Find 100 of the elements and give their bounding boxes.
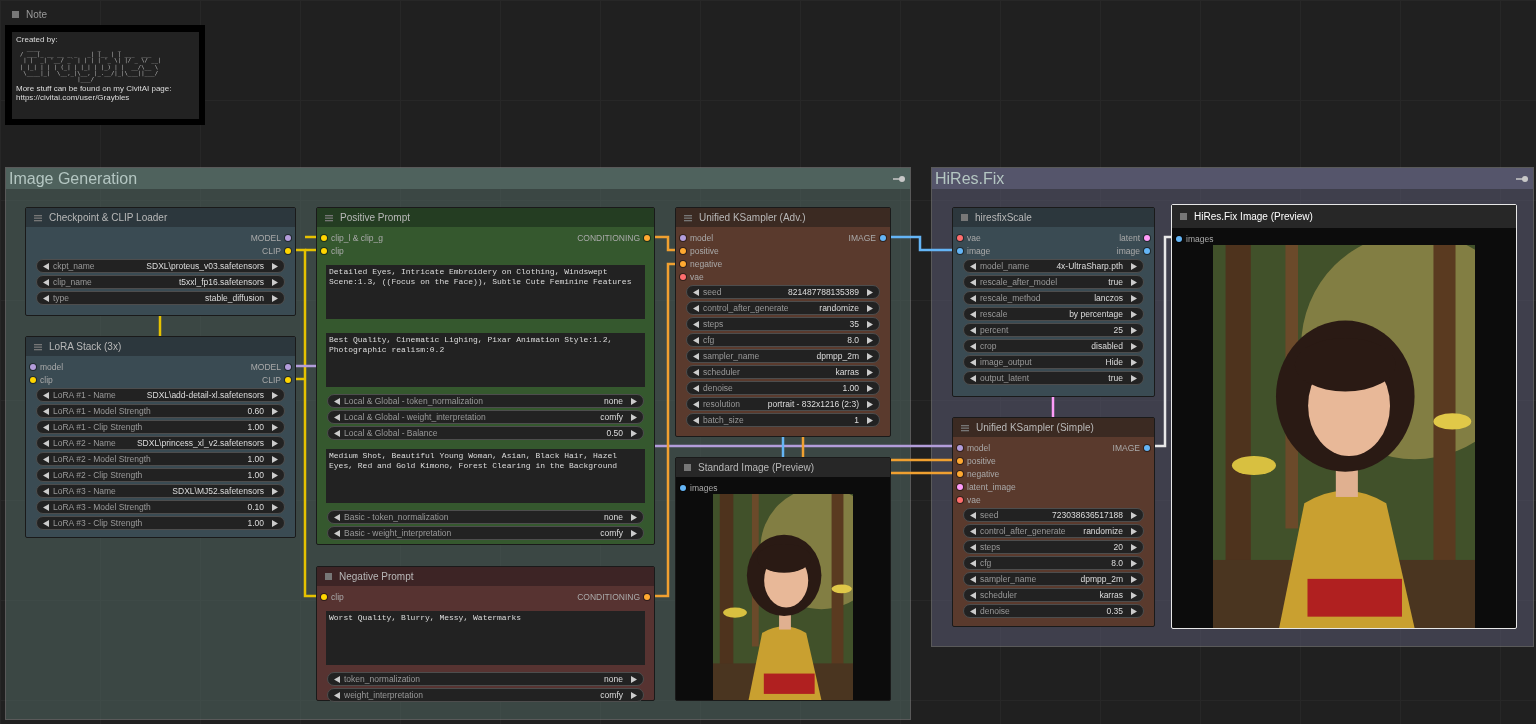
- group-header[interactable]: HiRes.Fix: [932, 168, 1533, 189]
- value-widget[interactable]: control_after_generate randomize: [686, 301, 880, 315]
- value-widget[interactable]: LoRA #3 - Name SDXL\MJ52.safetensors: [36, 484, 285, 498]
- output-port-dot[interactable]: [285, 376, 291, 383]
- grip-icon[interactable]: [34, 213, 42, 222]
- value-widget[interactable]: batch_size 1: [686, 413, 880, 427]
- value-widget[interactable]: steps 35: [686, 317, 880, 331]
- value-widget[interactable]: cfg 8.0: [963, 556, 1144, 570]
- output-port-dot[interactable]: [1144, 234, 1150, 241]
- note-text-area[interactable]: [12, 32, 199, 119]
- input-port-dot[interactable]: [30, 363, 36, 370]
- node-header[interactable]: hiresfixScale: [953, 208, 1154, 227]
- value-widget[interactable]: type stable_diffusion: [36, 291, 285, 305]
- value-widget[interactable]: resolution portrait - 832x1216 (2:3): [686, 397, 880, 411]
- input-port-dot[interactable]: [957, 496, 963, 503]
- value-widget[interactable]: ckpt_name SDXL\proteus_v03.safetensors: [36, 259, 285, 273]
- value-widget[interactable]: crop disabled: [963, 339, 1144, 353]
- grip-icon[interactable]: [34, 342, 42, 351]
- value-widget[interactable]: token_normalization none: [327, 672, 644, 686]
- grip-icon[interactable]: [325, 213, 333, 222]
- node-header[interactable]: Positive Prompt: [317, 208, 654, 227]
- node-card[interactable]: [316, 207, 655, 545]
- node-card[interactable]: hiresfixScale vae latent image image model_name 4x-UltraSharp.pth rescale_after_model true rescale_method lanczos rescale by percentage percent 25 crop disabled image_output Hide output_latent true: [952, 207, 1155, 397]
- node-square-icon[interactable]: [325, 573, 332, 580]
- prompt-textarea[interactable]: Medium Shot, Beautiful Young Woman, Asian, Black Hair, Hazel Eyes, Red and Gold Kimono, Forest Clearing in the Background: [326, 449, 645, 503]
- node-card[interactable]: Negative Prompt clip CONDITIONING Worst Quality, Blurry, Messy, Watermarks token_normalization none weight_interpretation comfy: [316, 566, 655, 701]
- input-port-dot[interactable]: [957, 234, 963, 241]
- value-widget[interactable]: Local & Global - weight_interpretation comfy: [327, 410, 644, 424]
- node-card[interactable]: Unified KSampler (Simple) model IMAGE positive negative latent_image vae seed 723038636517188 control_after_generate randomize steps 20 cfg 8.0 sampler_name dpmpp_2m scheduler karras denoise 0.35: [952, 417, 1155, 627]
- value-widget[interactable]: control_after_generate randomize: [963, 524, 1144, 538]
- value-widget[interactable]: weight_interpretation comfy: [327, 688, 644, 702]
- value-widget[interactable]: seed 723038636517188: [963, 508, 1144, 522]
- value-widget[interactable]: Local & Global - token_normalization none: [327, 394, 644, 408]
- value-widget[interactable]: LoRA #1 - Model Strength 0.60: [36, 404, 285, 418]
- input-port-dot[interactable]: [957, 247, 963, 254]
- node-square-icon[interactable]: [684, 464, 691, 471]
- input-port-dot[interactable]: [680, 260, 686, 267]
- output-port-dot[interactable]: [1144, 444, 1150, 451]
- value-widget[interactable]: clip_name t5xxl_fp16.safetensors: [36, 275, 285, 289]
- input-port-dot[interactable]: [957, 457, 963, 464]
- input-port-dot[interactable]: [321, 593, 327, 600]
- output-port-dot[interactable]: [644, 593, 650, 600]
- output-port-dot[interactable]: [880, 234, 886, 241]
- output-port-dot[interactable]: [285, 234, 291, 241]
- value-widget[interactable]: LoRA #3 - Model Strength 0.10: [36, 500, 285, 514]
- value-widget[interactable]: sampler_name dpmpp_2m: [963, 572, 1144, 586]
- grip-icon[interactable]: [961, 423, 969, 432]
- node-square-icon[interactable]: [1180, 213, 1187, 220]
- value-widget[interactable]: rescale_method lanczos: [963, 291, 1144, 305]
- node-card[interactable]: Checkpoint & CLIP Loader MODEL CLIP ckpt_name SDXL\proteus_v03.safetensors clip_name t5xxl_fp16.safetensors type stable_diffusion: [25, 207, 296, 316]
- output-port-dot[interactable]: [644, 234, 650, 241]
- dot-line-icon[interactable]: [1515, 174, 1529, 183]
- value-widget[interactable]: rescale_after_model true: [963, 275, 1144, 289]
- input-port-dot[interactable]: [680, 234, 686, 241]
- value-widget[interactable]: LoRA #1 - Clip Strength 1.00: [36, 420, 285, 434]
- node-header[interactable]: Unified KSampler (Adv.): [676, 208, 890, 227]
- value-widget[interactable]: scheduler karras: [686, 365, 880, 379]
- value-widget[interactable]: Basic - weight_interpretation comfy: [327, 526, 644, 540]
- value-widget[interactable]: LoRA #1 - Name SDXL\add-detail-xl.safetensors: [36, 388, 285, 402]
- input-port-dot[interactable]: [1176, 235, 1182, 242]
- value-widget[interactable]: LoRA #3 - Clip Strength 1.00: [36, 516, 285, 530]
- group-header[interactable]: Image Generation: [6, 168, 910, 189]
- value-widget[interactable]: cfg 8.0: [686, 333, 880, 347]
- output-port-dot[interactable]: [1144, 247, 1150, 254]
- input-port-dot[interactable]: [957, 483, 963, 490]
- input-port-dot[interactable]: [957, 444, 963, 451]
- value-widget[interactable]: image_output Hide: [963, 355, 1144, 369]
- node-header[interactable]: Unified KSampler (Simple): [953, 418, 1154, 437]
- node-header[interactable]: Negative Prompt: [317, 567, 654, 586]
- output-port-dot[interactable]: [285, 247, 291, 254]
- input-port-dot[interactable]: [957, 470, 963, 477]
- value-widget[interactable]: steps 20: [963, 540, 1144, 554]
- value-widget[interactable]: LoRA #2 - Model Strength 1.00: [36, 452, 285, 466]
- prompt-textarea[interactable]: Best Quality, Cinematic Lighing, Pixar Animation Style:1.2, Photographic realism:0.2: [326, 333, 645, 387]
- input-port-dot[interactable]: [680, 484, 686, 491]
- node-header[interactable]: HiRes.Fix Image (Preview): [1172, 205, 1516, 228]
- node-header[interactable]: Standard Image (Preview): [676, 458, 890, 477]
- node-card[interactable]: [25, 336, 296, 538]
- value-widget[interactable]: seed 821487788135389: [686, 285, 880, 299]
- prompt-textarea[interactable]: Worst Quality, Blurry, Messy, Watermarks: [326, 611, 645, 665]
- value-widget[interactable]: model_name 4x-UltraSharp.pth: [963, 259, 1144, 273]
- prompt-textarea[interactable]: Detailed Eyes, Intricate Embroidery on Clothing, Windswept Scene:1.3, ((Focus on the Face)), Subtle Cute Feminine Features: [326, 265, 645, 319]
- value-widget[interactable]: output_latent true: [963, 371, 1144, 385]
- input-port-dot[interactable]: [680, 247, 686, 254]
- node-card[interactable]: HiRes.Fix Image (Preview) images: [1171, 204, 1517, 629]
- output-port-dot[interactable]: [285, 363, 291, 370]
- input-port-dot[interactable]: [321, 234, 327, 241]
- node-square-icon[interactable]: [961, 214, 968, 221]
- value-widget[interactable]: percent 25: [963, 323, 1144, 337]
- node-card[interactable]: [675, 207, 891, 437]
- value-widget[interactable]: sampler_name dpmpp_2m: [686, 349, 880, 363]
- grip-icon[interactable]: [684, 213, 692, 222]
- value-widget[interactable]: LoRA #2 - Clip Strength 1.00: [36, 468, 285, 482]
- node-header[interactable]: LoRA Stack (3x): [26, 337, 295, 356]
- value-widget[interactable]: denoise 1.00: [686, 381, 880, 395]
- dot-line-icon[interactable]: [892, 174, 906, 183]
- value-widget[interactable]: rescale by percentage: [963, 307, 1144, 321]
- input-port-dot[interactable]: [30, 376, 36, 383]
- input-port-dot[interactable]: [321, 247, 327, 254]
- value-widget[interactable]: LoRA #2 - Name SDXL\princess_xl_v2.safetensors: [36, 436, 285, 450]
